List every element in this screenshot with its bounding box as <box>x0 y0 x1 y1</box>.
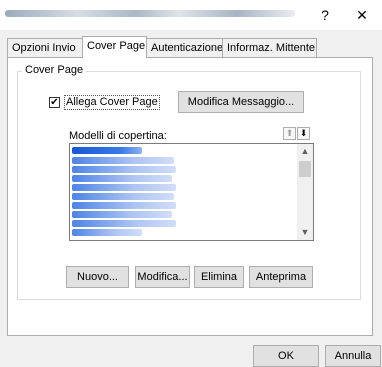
templates-label: Modelli di copertina: <box>69 130 167 142</box>
attach-cover-page-label: Allega Cover Page <box>64 95 160 110</box>
cover-page-group-label: Cover Page <box>22 64 87 76</box>
edit-template-button[interactable]: Modifica... <box>135 266 190 288</box>
templates-scrollbar[interactable]: ▲ ▼ <box>297 144 313 240</box>
list-item[interactable] <box>72 157 174 164</box>
list-item[interactable] <box>72 193 174 200</box>
help-button[interactable]: ? <box>313 4 337 26</box>
list-item[interactable] <box>72 147 142 154</box>
templates-listbox[interactable]: ▲ ▼ <box>69 143 314 241</box>
arrow-down-icon[interactable]: ⬇ <box>297 127 310 140</box>
window-title-redacted <box>5 10 295 17</box>
tab-autenticazione[interactable]: Autenticazione <box>146 38 223 57</box>
checkbox-check-icon[interactable]: ✔ <box>49 97 60 108</box>
scroll-up-icon[interactable]: ▲ <box>297 144 313 159</box>
list-item[interactable] <box>72 220 176 227</box>
attach-cover-page-checkbox[interactable]: ✔ Allega Cover Page <box>49 95 160 110</box>
scroll-down-icon[interactable]: ▼ <box>297 225 313 240</box>
title-bar: ? ✕ <box>0 0 382 30</box>
arrow-up-icon[interactable]: ⬆ <box>283 127 296 140</box>
tab-cover-page[interactable]: Cover Page <box>82 36 147 58</box>
tab-opzioni-invio[interactable]: Opzioni Invio <box>7 38 83 57</box>
ok-button[interactable]: OK <box>253 345 319 367</box>
new-template-button[interactable]: Nuovo... <box>66 266 129 288</box>
list-item[interactable] <box>72 229 142 236</box>
cancel-button[interactable]: Annulla <box>325 345 381 367</box>
list-item[interactable] <box>72 175 172 182</box>
scrollbar-thumb[interactable] <box>299 161 311 177</box>
list-item[interactable] <box>72 184 176 191</box>
close-button[interactable]: ✕ <box>350 4 374 26</box>
list-item[interactable] <box>72 202 176 209</box>
list-item[interactable] <box>72 166 176 173</box>
edit-message-button[interactable]: Modifica Messaggio... <box>178 91 304 113</box>
preview-template-button[interactable]: Anteprima <box>249 266 313 288</box>
delete-template-button[interactable]: Elimina <box>194 266 244 288</box>
tab-informaz-mittente[interactable]: Informaz. Mittente <box>222 38 317 57</box>
list-item[interactable] <box>72 211 172 218</box>
